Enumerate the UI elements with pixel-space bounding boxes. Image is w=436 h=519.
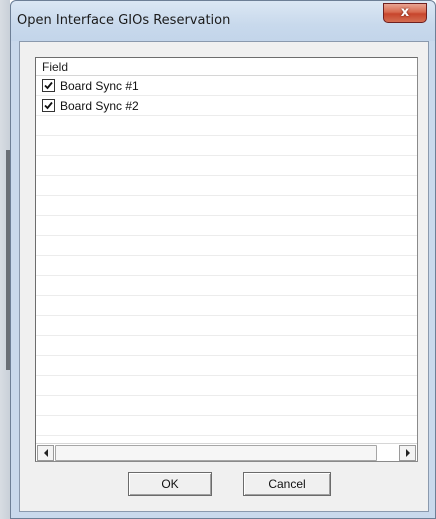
cancel-button[interactable]: Cancel — [243, 472, 331, 496]
ok-button[interactable]: OK — [128, 472, 212, 496]
empty-list-row — [36, 196, 417, 216]
empty-list-row — [36, 236, 417, 256]
scroll-thumb[interactable] — [55, 445, 377, 461]
column-header-field[interactable]: Field — [36, 58, 417, 76]
empty-list-row — [36, 216, 417, 236]
scroll-right-button[interactable] — [399, 445, 416, 461]
empty-list-row — [36, 116, 417, 136]
empty-list-row — [36, 256, 417, 276]
scroll-left-button[interactable] — [37, 445, 54, 461]
list-item[interactable]: Board Sync #2 — [36, 96, 417, 116]
dialog-client-area: Field Board Sync #1 Board Sync #2 OK Can… — [19, 41, 429, 512]
field-list[interactable]: Field Board Sync #1 Board Sync #2 — [35, 57, 418, 462]
list-item-label: Board Sync #2 — [60, 99, 139, 113]
horizontal-scrollbar[interactable] — [36, 443, 417, 461]
checkmark-icon — [44, 81, 53, 90]
close-button[interactable]: x — [383, 3, 427, 23]
empty-list-row — [36, 416, 417, 436]
empty-list-row — [36, 336, 417, 356]
list-item-label: Board Sync #1 — [60, 79, 139, 93]
empty-list-row — [36, 136, 417, 156]
checkbox[interactable] — [42, 79, 55, 92]
window-title: Open Interface GIOs Reservation — [17, 13, 231, 28]
dialog-window: Open Interface GIOs Reservation x Field … — [10, 0, 436, 519]
background-window-edge — [0, 0, 10, 519]
column-header-label: Field — [42, 60, 69, 74]
empty-list-row — [36, 156, 417, 176]
checkmark-icon — [44, 101, 53, 110]
empty-list-row — [36, 376, 417, 396]
empty-list-row — [36, 276, 417, 296]
empty-list-row — [36, 296, 417, 316]
list-item[interactable]: Board Sync #1 — [36, 76, 417, 96]
checkbox[interactable] — [42, 99, 55, 112]
empty-list-row — [36, 316, 417, 336]
empty-list-row — [36, 176, 417, 196]
arrow-right-icon — [406, 449, 410, 457]
list-rows: Board Sync #1 Board Sync #2 — [36, 76, 417, 436]
close-icon: x — [400, 5, 410, 20]
empty-list-row — [36, 396, 417, 416]
arrow-left-icon — [44, 449, 48, 457]
empty-list-row — [36, 356, 417, 376]
title-bar[interactable]: Open Interface GIOs Reservation x — [11, 1, 435, 41]
